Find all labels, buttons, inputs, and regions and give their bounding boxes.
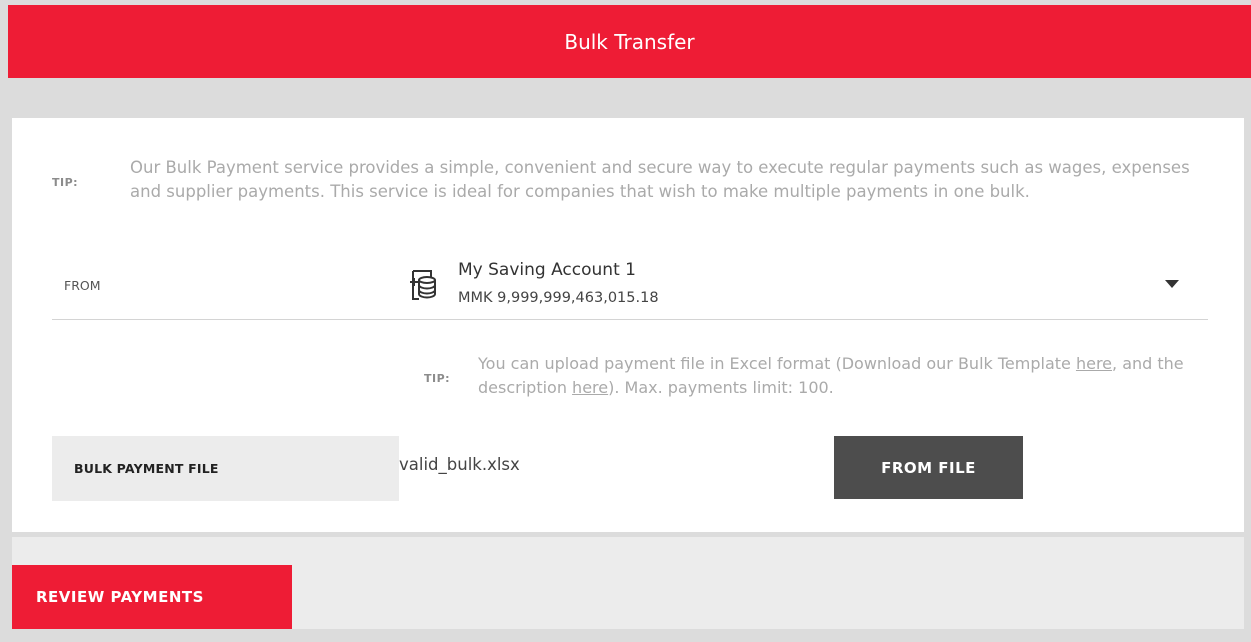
account-name: My Saving Account 1 <box>458 260 636 280</box>
review-payments-button[interactable]: REVIEW PAYMENTS <box>12 565 292 629</box>
selected-file-name: valid_bulk.xlsx <box>399 455 520 474</box>
tip-text-part: You can upload payment file in Excel for… <box>478 354 1076 373</box>
bulk-payment-file-label: BULK PAYMENT FILE <box>52 436 399 501</box>
description-link[interactable]: here <box>572 378 608 397</box>
intro-tip: TIP: Our Bulk Payment service provides a… <box>52 156 1222 204</box>
bulk-transfer-card: TIP: Our Bulk Payment service provides a… <box>12 118 1244 532</box>
from-label: FROM <box>64 278 101 293</box>
review-payments-label: REVIEW PAYMENTS <box>36 588 204 606</box>
page-title: Bulk Transfer <box>564 29 695 54</box>
tip-text: You can upload payment file in Excel for… <box>478 352 1218 400</box>
account-balance: MMK 9,999,999,463,015.18 <box>458 290 659 306</box>
tip-text: Our Bulk Payment service provides a simp… <box>130 158 1190 201</box>
tip-text-part: ). Max. payments limit: 100. <box>608 378 834 397</box>
database-add-icon <box>409 268 437 302</box>
tip-label: TIP: <box>424 371 451 385</box>
tip-label: TIP: <box>52 175 79 189</box>
from-account-select[interactable]: FROM My Saving Account 1 MMK 9,999,999,4… <box>52 250 1208 320</box>
header-bar: Bulk Transfer <box>8 5 1251 78</box>
bulk-template-link[interactable]: here <box>1076 354 1112 373</box>
caret-down-icon[interactable] <box>1165 280 1179 288</box>
bulk-payment-file-text: BULK PAYMENT FILE <box>74 461 219 476</box>
action-bar: REVIEW PAYMENTS <box>12 537 1244 629</box>
upload-tip: TIP: You can upload payment file in Exce… <box>424 352 1224 400</box>
from-file-button[interactable]: FROM FILE <box>834 436 1023 499</box>
